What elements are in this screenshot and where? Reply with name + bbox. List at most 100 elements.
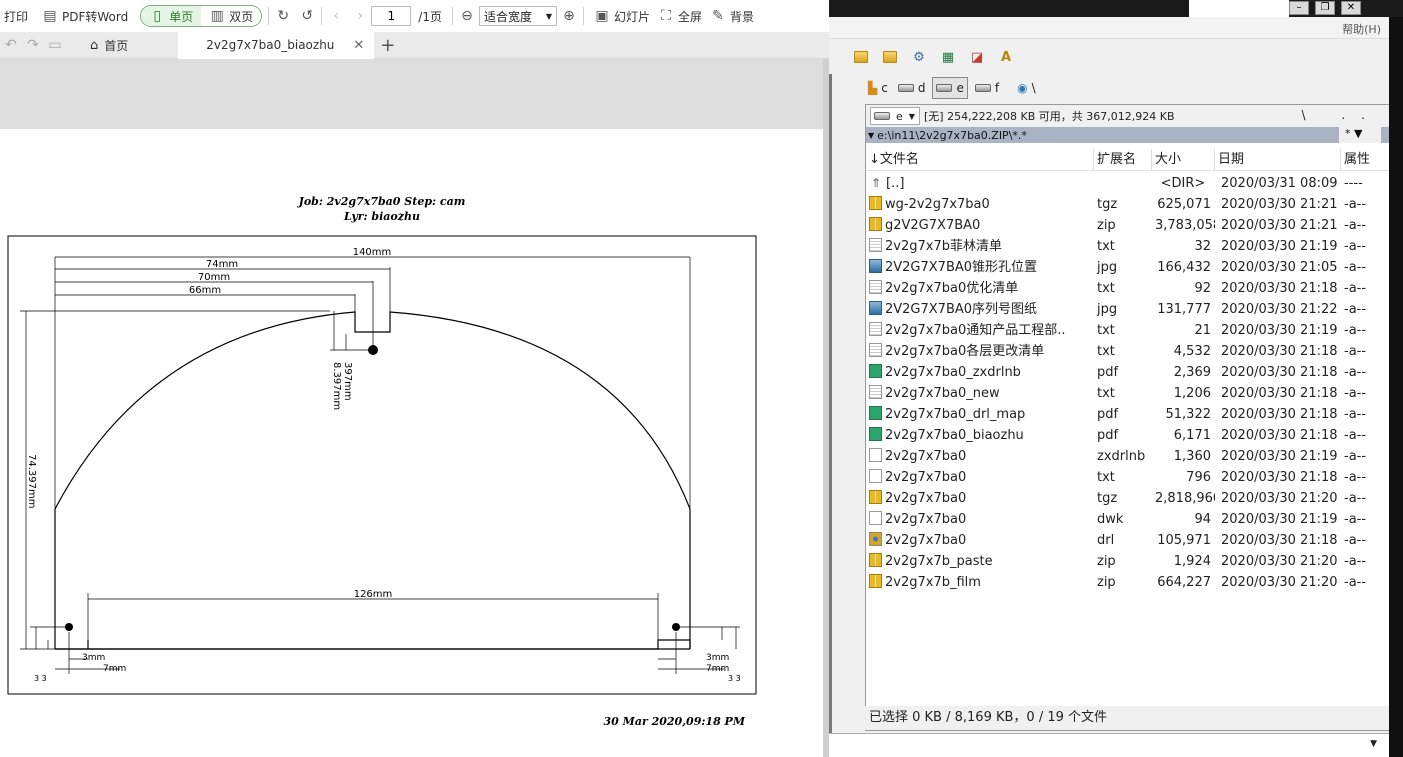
file-row[interactable]: 2v2g7x7b_paste zip 1,924 2020/03/30 21:20 -a… [866, 551, 1389, 572]
network-icon[interactable]: ⚙ [907, 46, 931, 68]
file-row[interactable]: 2v2g7x7b_film zip 664,227 2020/03/30 21:20-… [866, 572, 1389, 593]
drive-f-button[interactable]: f [972, 77, 1002, 99]
close-icon[interactable]: ✕ [1341, 1, 1361, 15]
tab-home[interactable]: ⌂ 首页 [80, 32, 138, 59]
file-date: 2020/03/30 21:18 [1221, 281, 1338, 296]
undo-icon[interactable]: ↶ [0, 37, 22, 53]
file-row[interactable]: 2v2g7x7ba0_new txt 1,206 2020/03/30 21:18 -a… [866, 383, 1389, 404]
command-line[interactable]: ▼ [829, 733, 1389, 757]
font-icon[interactable]: A [994, 46, 1018, 68]
file-row[interactable]: ⇑ [..] <DIR> 2020/03/31 08:09 ---- [866, 173, 1389, 194]
file-row[interactable]: 2v2g7x7ba0 drl 105,971 2020/03/30 21:18 -a-- [866, 530, 1389, 551]
file-name-cell: ⇑ [..] [866, 173, 1094, 194]
pdf-to-word-button[interactable]: ▤ PDF转Word [38, 4, 132, 28]
file-name-cell: 2v2g7x7b_film [866, 572, 1094, 593]
file-date: 2020/03/30 21:18 [1221, 428, 1338, 443]
file-row[interactable]: 2v2g7x7b菲林清单 txt 32 2020/03/30 21:19 -a-- [866, 236, 1389, 257]
command-history-dropdown-icon[interactable]: ▼ [1370, 739, 1377, 749]
fullscreen-label: 全屏 [677, 9, 702, 24]
root-parent-buttons[interactable]: \ .. [1302, 108, 1382, 122]
print-button[interactable]: 打印 [0, 4, 32, 28]
close-tab-icon[interactable]: ✕ [353, 38, 364, 53]
file-row[interactable]: 2v2g7x7ba0 txt 796 2020/03/30 21:18 -a-- [866, 467, 1389, 488]
new-tab-icon[interactable]: + [380, 35, 395, 56]
file-filter[interactable]: * ▼ [1339, 127, 1381, 143]
file-row[interactable]: 2v2g7x7ba0 zxdrlnb 1,360 2020/03/30 21:19 -a… [866, 446, 1389, 467]
excel-icon[interactable]: ▦ [936, 46, 960, 68]
txt-file-icon [869, 343, 882, 357]
zoom-select[interactable]: 适合宽度 ▼ [478, 6, 557, 26]
network-drive-button[interactable]: ◉ \ [1014, 77, 1039, 99]
page-number-input[interactable] [371, 6, 412, 26]
column-header-ext[interactable]: 扩展名 [1094, 149, 1152, 171]
folder-icon[interactable] [849, 46, 873, 68]
drive-c-label: c [881, 81, 888, 95]
path-dropdown-icon[interactable]: ▼ [868, 131, 874, 140]
column-header-attr[interactable]: 属性 [1341, 149, 1387, 171]
folder-up-file-icon: ⇑ [869, 173, 883, 190]
menu-help[interactable]: 帮助(H) [1342, 21, 1381, 37]
background-icon: ✎ [712, 8, 724, 24]
file-row[interactable]: 2v2g7x7ba0 tgz 2,818,960 2020/03/30 21:20 -a… [866, 488, 1389, 509]
file-row[interactable]: 2v2g7x7ba0优化清单 txt 92 2020/03/30 21:18 -a-- [866, 278, 1389, 299]
file-row[interactable]: g2V2G7X7BA0 zip 3,783,058 2020/03/30 21:21-… [866, 215, 1389, 236]
background-button[interactable]: ✎ 背景 [706, 4, 758, 28]
status-bar: 已选择 0 KB / 8,169 KB，0 / 19 个文件 [865, 706, 1390, 730]
folder-icon[interactable] [878, 46, 902, 68]
file-size: 32 [1194, 239, 1211, 254]
file-row[interactable]: 2v2g7x7ba0通知产品工程部.. txt 21 2020/03/30 21:19… [866, 320, 1389, 341]
file-name-cell: 2v2g7x7ba0_new [866, 383, 1094, 404]
column-header-size[interactable]: 大小 [1152, 149, 1215, 171]
file-name: 2v2g7x7ba0 [885, 470, 967, 485]
file-row[interactable]: 2v2g7x7ba0_biaozhu pdf 6,171 2020/03/30 21:… [866, 425, 1389, 446]
tab-document[interactable]: 2v2g7x7ba0_biaozhu ✕ [178, 31, 375, 59]
column-header-date[interactable]: 日期 [1215, 149, 1341, 171]
path-bar[interactable]: ▼ e:\in11\2v2g7x7ba0.ZIP\*.* * ▼ [866, 127, 1389, 143]
file-row[interactable]: 2V2G7X7BA0序列号图纸 jpg 131,777 2020/03/30 21:2… [866, 299, 1389, 320]
txt-file-icon [869, 238, 882, 252]
zoom-in-icon[interactable]: ⊕ [561, 8, 577, 24]
restore-icon[interactable]: ❐ [1315, 1, 1335, 15]
file-row[interactable]: wg-2v2g7x7ba0 tgz 625,071 2020/03/30 21:21-… [866, 194, 1389, 215]
file-date: 2020/03/30 21:20 [1221, 575, 1338, 590]
drive-select[interactable]: e ▼ [870, 107, 920, 125]
double-page-button[interactable]: ▥ 双页 [201, 6, 261, 26]
file-ext: txt [1097, 470, 1115, 485]
file-attr: -a-- [1344, 512, 1367, 527]
redo-icon[interactable]: ↷ [22, 37, 44, 53]
file-panel: e ▼ [无] 254,222,208 KB 可用，共 367,012,924 … [865, 104, 1390, 731]
pdf-tool-icon[interactable]: ◪ [965, 46, 989, 68]
file-ext: tgz [1097, 197, 1118, 212]
file-size: 92 [1194, 281, 1211, 296]
rotate-right-icon[interactable]: ↻ [275, 8, 291, 24]
file-row[interactable]: 2V2G7X7BA0锥形孔位置 jpg 166,432 2020/03/30 21:0… [866, 257, 1389, 278]
drive-c-button[interactable]: ▙ c [865, 77, 891, 99]
file-row[interactable]: 2v2g7x7ba0各层更改清单 txt 4,532 2020/03/30 21:18… [866, 341, 1389, 362]
save-icon[interactable]: ▭ [44, 37, 66, 53]
file-row[interactable]: 2v2g7x7ba0_zxdrlnb pdf 2,369 2020/03/30 21:… [866, 362, 1389, 383]
rotate-left-icon[interactable]: ↺ [299, 8, 315, 24]
prev-page-icon[interactable]: ‹ [328, 8, 344, 24]
fullscreen-button[interactable]: ⛶ 全屏 [654, 4, 706, 28]
column-name-label: 文件名 [879, 152, 919, 167]
slideshow-button[interactable]: ▣ 幻灯片 [590, 4, 654, 28]
zoom-out-icon[interactable]: ⊖ [459, 8, 475, 24]
file-name-cell: 2v2g7x7ba0 [866, 488, 1094, 509]
drive-d-button[interactable]: d [895, 77, 929, 99]
image-file-icon [869, 301, 882, 315]
file-row[interactable]: 2v2g7x7ba0_drl_map pdf 51,322 2020/03/30 21… [866, 404, 1389, 425]
single-page-button[interactable]: ▯ 单页 [141, 6, 202, 26]
next-page-icon[interactable]: › [352, 8, 368, 24]
drive-e-button[interactable]: e [932, 77, 968, 99]
window-splitter[interactable] [829, 40, 832, 740]
file-attr: -a-- [1344, 386, 1367, 401]
page-total: /1页 [418, 9, 442, 24]
drive-icon [897, 84, 914, 92]
column-header-name[interactable]: ↓文件名 [866, 149, 1094, 171]
file-ext: dwk [1097, 512, 1124, 527]
file-row[interactable]: 2v2g7x7ba0 dwk 94 2020/03/30 21:19 -a-- [866, 509, 1389, 530]
drive-icon [874, 112, 890, 120]
toolbar-divider [582, 7, 584, 25]
minimize-icon[interactable]: – [1289, 1, 1309, 15]
tab-bar: ↶ ↷ ▭ ⌂ 首页 2v2g7x7ba0_biaozhu ✕ + [0, 31, 829, 59]
